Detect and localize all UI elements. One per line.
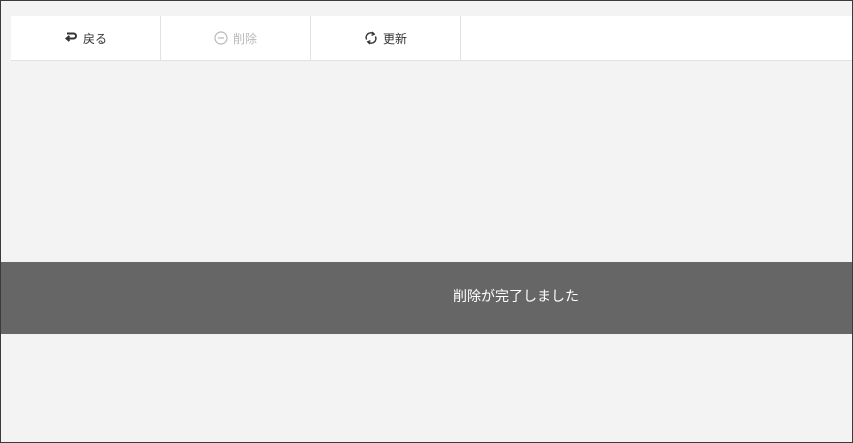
toast-notification: 削除が完了しました (1, 262, 852, 334)
back-button[interactable]: 戻る (11, 16, 161, 60)
refresh-button-label: 更新 (382, 31, 407, 46)
app-window: 戻る 削除 更新 削除が完了しました (0, 0, 853, 443)
refresh-icon (364, 31, 378, 45)
delete-button-label: 削除 (232, 31, 257, 46)
delete-button[interactable]: 削除 (161, 16, 311, 60)
toolbar: 戻る 削除 更新 (11, 16, 852, 61)
toast-message: 削除が完了しました (453, 289, 579, 305)
refresh-button[interactable]: 更新 (311, 16, 461, 60)
return-arrow-icon (64, 31, 78, 45)
back-button-label: 戻る (82, 31, 107, 46)
minus-circle-icon (214, 31, 228, 45)
